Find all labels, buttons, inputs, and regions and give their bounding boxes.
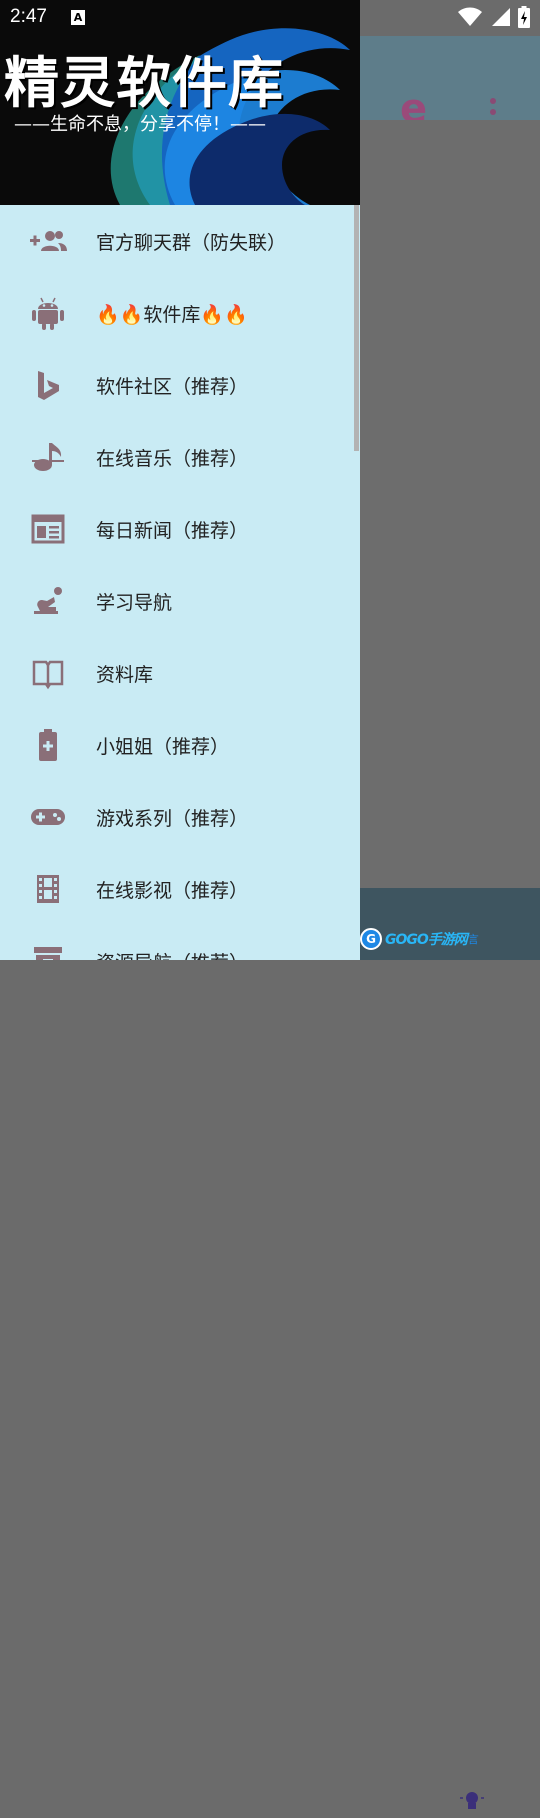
menu-item-label: 官方聊天群（防失联）: [96, 231, 287, 254]
navigation-drawer: 精灵软件库 ——生命不息，分享不停！—— 官方聊天群（防失联） 🔥🔥软件库🔥🔥: [0, 0, 360, 960]
lightbulb-icon[interactable]: [458, 1788, 486, 1818]
status-icons: [458, 6, 530, 28]
film-icon: [37, 875, 59, 903]
menu-item-label: 小姐姐（推荐）: [96, 735, 230, 758]
battery-charging-icon: [518, 6, 530, 28]
music-note-icon: [32, 443, 64, 471]
menu-item-label: 在线影视（推荐）: [96, 879, 249, 902]
menu-item-label: 资料库: [96, 663, 154, 686]
menu-item-daily-news[interactable]: 每日新闻（推荐）: [0, 493, 360, 565]
menu-item-label: 每日新闻（推荐）: [96, 519, 249, 542]
status-bar: 2:47 A: [0, 0, 540, 36]
newspaper-icon: [31, 514, 65, 544]
menu-item-chat-group[interactable]: 官方聊天群（防失联）: [0, 205, 360, 277]
watermark-logo-icon: G: [360, 928, 382, 950]
battery-plus-icon: [39, 729, 57, 761]
menu-item-online-music[interactable]: 在线音乐（推荐）: [0, 421, 360, 493]
menu-item-games[interactable]: 游戏系列（推荐）: [0, 781, 360, 853]
menu-item-software-library[interactable]: 🔥🔥软件库🔥🔥: [0, 277, 360, 349]
watermark-text: GOGO手游网: [385, 932, 468, 948]
drawer-title: 精灵软件库: [4, 51, 285, 115]
study-person-icon: [34, 587, 62, 614]
menu-item-resource-navigation[interactable]: 资源导航（推荐）: [0, 925, 360, 960]
menu-item-label: 软件社区（推荐）: [96, 375, 249, 398]
menu-item-label: 🔥🔥软件库🔥🔥: [96, 303, 248, 326]
menu-item-label: 在线音乐（推荐）: [96, 447, 249, 470]
book-icon: [32, 660, 64, 690]
menu-item-xiaojiejie[interactable]: 小姐姐（推荐）: [0, 709, 360, 781]
group-add-icon: [30, 231, 67, 251]
watermark: G GOGO手游网 言: [360, 924, 479, 954]
android-icon: [32, 297, 64, 330]
drawer-slogan: ——生命不息，分享不停！——: [14, 114, 266, 135]
drawer-menu: 官方聊天群（防失联） 🔥🔥软件库🔥🔥 软件社区（推荐） 在线音乐（推荐） 每日新…: [0, 205, 360, 960]
drawer-scrollbar[interactable]: [354, 205, 359, 451]
menu-item-label: 游戏系列（推荐）: [96, 807, 249, 830]
watermark-suffix: 言: [467, 933, 479, 946]
menu-item-online-video[interactable]: 在线影视（推荐）: [0, 853, 360, 925]
menu-item-study-navigation[interactable]: 学习导航: [0, 565, 360, 637]
signal-icon: [492, 8, 510, 26]
menu-item-data-library[interactable]: 资料库: [0, 637, 360, 709]
menu-item-label: 资源导航（推荐）: [96, 948, 248, 961]
gamepad-icon: [31, 809, 65, 825]
notification-app-icon: A: [71, 10, 85, 25]
wifi-icon: [458, 7, 482, 26]
menu-item-label: 学习导航: [96, 591, 173, 614]
status-time: 2:47: [10, 6, 47, 27]
bing-icon: [38, 371, 59, 400]
menu-item-software-community[interactable]: 软件社区（推荐）: [0, 349, 360, 421]
archive-icon: [34, 947, 62, 960]
